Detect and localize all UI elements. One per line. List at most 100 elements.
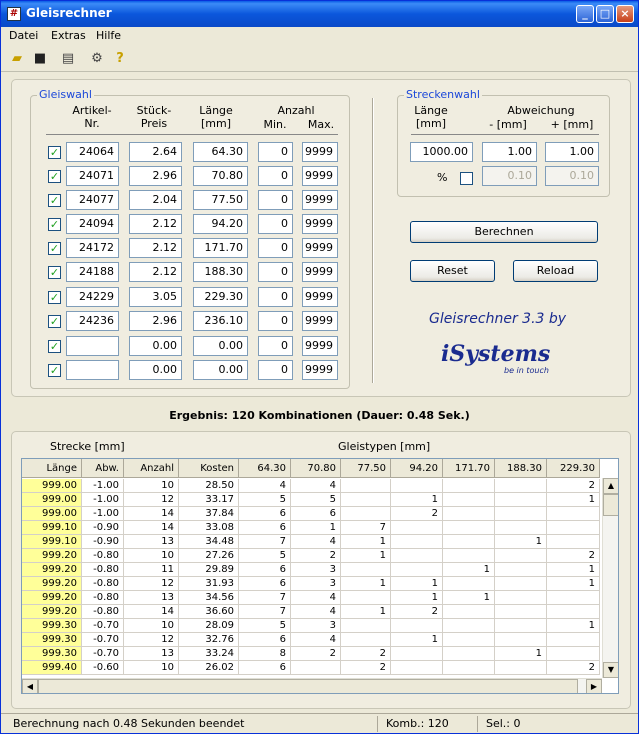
min-input[interactable]: 0 — [258, 311, 293, 331]
table-cell[interactable]: 1 — [341, 549, 391, 563]
table-cell[interactable]: 13 — [124, 647, 179, 661]
table-cell[interactable]: 7 — [239, 535, 291, 549]
table-cell[interactable] — [443, 619, 495, 633]
table-cell[interactable]: 1 — [495, 535, 547, 549]
table-cell[interactable]: 33.17 — [179, 493, 239, 507]
menu-extras[interactable]: Extras — [51, 29, 86, 42]
table-cell[interactable]: 2 — [391, 605, 443, 619]
table-cell[interactable] — [391, 479, 443, 493]
table-cell[interactable]: 12 — [124, 577, 179, 591]
table-cell[interactable] — [391, 563, 443, 577]
help-icon[interactable]: ? — [111, 50, 129, 68]
table-cell[interactable] — [547, 633, 600, 647]
table-cell[interactable]: 1 — [341, 605, 391, 619]
preis-input[interactable]: 2.04 — [129, 190, 182, 210]
laenge-input[interactable]: 188.30 — [193, 262, 248, 282]
column-header[interactable]: 77.50 — [341, 459, 391, 478]
artikel-input[interactable] — [66, 360, 119, 380]
table-cell[interactable] — [443, 633, 495, 647]
artikel-input[interactable]: 24094 — [66, 214, 119, 234]
max-input[interactable]: 9999 — [302, 336, 338, 356]
results-grid[interactable]: Länge Abw. Anzahl Kosten 64.30 70.80 77.50 94.2… — [21, 458, 619, 694]
max-input[interactable]: 9999 — [302, 142, 338, 162]
preis-input[interactable]: 2.12 — [129, 214, 182, 234]
table-cell[interactable] — [495, 619, 547, 633]
preis-input[interactable]: 2.96 — [129, 166, 182, 186]
table-cell[interactable]: 3 — [291, 563, 341, 577]
strecke-laenge-input[interactable]: 1000.00 — [410, 142, 473, 162]
table-cell[interactable] — [495, 493, 547, 507]
min-input[interactable]: 0 — [258, 360, 293, 380]
table-cell[interactable]: 7 — [341, 521, 391, 535]
table-cell[interactable]: 28.09 — [179, 619, 239, 633]
table-cell[interactable] — [443, 479, 495, 493]
title-bar[interactable]: # Gleisrechner _ □ × — [1, 1, 638, 27]
table-cell[interactable]: 6 — [239, 661, 291, 675]
row-enable-checkbox[interactable]: ✓ — [48, 315, 61, 328]
scroll-thumb[interactable] — [603, 494, 618, 516]
table-cell[interactable]: 13 — [124, 535, 179, 549]
table-cell[interactable]: 1 — [547, 619, 600, 633]
table-cell[interactable]: 5 — [291, 493, 341, 507]
artikel-input[interactable]: 24064 — [66, 142, 119, 162]
table-cell[interactable] — [547, 647, 600, 661]
table-cell[interactable] — [443, 521, 495, 535]
preis-input[interactable]: 3.05 — [129, 287, 182, 307]
table-cell[interactable] — [443, 549, 495, 563]
min-input[interactable]: 0 — [258, 214, 293, 234]
table-cell[interactable]: -0.60 — [82, 661, 124, 675]
max-input[interactable]: 9999 — [302, 360, 338, 380]
table-cell[interactable]: 10 — [124, 619, 179, 633]
table-cell[interactable] — [391, 535, 443, 549]
table-cell[interactable]: 11 — [124, 563, 179, 577]
minimize-button[interactable]: _ — [576, 5, 594, 23]
table-cell[interactable] — [547, 521, 600, 535]
row-enable-checkbox[interactable]: ✓ — [48, 218, 61, 231]
table-cell[interactable]: 4 — [291, 591, 341, 605]
save-icon[interactable]: ■ — [31, 50, 49, 68]
min-input[interactable]: 0 — [258, 190, 293, 210]
row-enable-checkbox[interactable]: ✓ — [48, 266, 61, 279]
row-laenge-cell[interactable]: 999.20 — [22, 563, 82, 577]
table-cell[interactable]: 1 — [391, 633, 443, 647]
table-cell[interactable]: 1 — [341, 577, 391, 591]
min-input[interactable]: 0 — [258, 238, 293, 258]
min-input[interactable]: 0 — [258, 287, 293, 307]
table-cell[interactable] — [495, 633, 547, 647]
table-cell[interactable] — [391, 549, 443, 563]
table-cell[interactable]: 2 — [341, 647, 391, 661]
laenge-input[interactable]: 236.10 — [193, 311, 248, 331]
table-cell[interactable]: -0.80 — [82, 549, 124, 563]
row-laenge-cell[interactable]: 999.30 — [22, 619, 82, 633]
abweichung-plus-pct-input[interactable]: 0.10 — [545, 166, 599, 186]
table-cell[interactable] — [495, 591, 547, 605]
table-cell[interactable] — [341, 507, 391, 521]
column-header[interactable]: Anzahl — [124, 459, 179, 478]
laenge-input[interactable]: 0.00 — [193, 360, 248, 380]
abweichung-plus-input[interactable]: 1.00 — [545, 142, 599, 162]
table-cell[interactable]: 1 — [391, 577, 443, 591]
table-cell[interactable]: 6 — [239, 563, 291, 577]
scroll-down-arrow[interactable]: ▼ — [603, 662, 618, 678]
table-cell[interactable]: 1 — [547, 493, 600, 507]
table-cell[interactable]: 1 — [341, 535, 391, 549]
table-cell[interactable] — [495, 479, 547, 493]
scroll-up-arrow[interactable]: ▲ — [603, 478, 618, 494]
table-cell[interactable]: 2 — [391, 507, 443, 521]
laenge-input[interactable]: 171.70 — [193, 238, 248, 258]
column-header[interactable]: 70.80 — [291, 459, 341, 478]
table-cell[interactable] — [291, 661, 341, 675]
table-cell[interactable] — [341, 563, 391, 577]
column-header[interactable]: 64.30 — [239, 459, 291, 478]
table-cell[interactable] — [443, 577, 495, 591]
row-laenge-cell[interactable]: 999.40 — [22, 661, 82, 675]
row-enable-checkbox[interactable]: ✓ — [48, 242, 61, 255]
table-cell[interactable] — [341, 591, 391, 605]
table-cell[interactable]: 2 — [291, 549, 341, 563]
table-cell[interactable]: 14 — [124, 507, 179, 521]
maximize-button[interactable]: □ — [596, 5, 614, 23]
table-cell[interactable]: 12 — [124, 493, 179, 507]
table-cell[interactable]: 8 — [239, 647, 291, 661]
table-cell[interactable] — [495, 661, 547, 675]
preis-input[interactable]: 2.96 — [129, 311, 182, 331]
